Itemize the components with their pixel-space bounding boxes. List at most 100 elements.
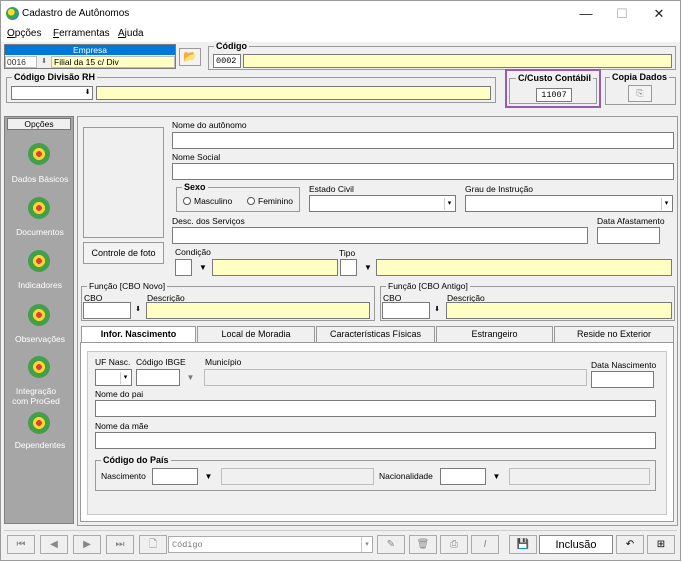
codigo-name-field[interactable]: [243, 54, 672, 68]
cbo-novo-group: Função [CBO Novo] CBO ⬇ Descrição: [81, 281, 375, 321]
cbo-novo-field[interactable]: [83, 302, 131, 319]
social-field[interactable]: [172, 163, 674, 180]
save-icon: 💾: [516, 539, 530, 550]
new-record-button[interactable]: 🗋: [139, 535, 167, 554]
ibge-field[interactable]: [136, 369, 180, 386]
sidebar-item-observacoes[interactable]: Observações: [5, 334, 75, 344]
empresa-code-field[interactable]: 0016: [5, 56, 37, 68]
save-button[interactable]: 💾: [509, 535, 537, 554]
first-record-button[interactable]: ⏮: [7, 535, 35, 554]
custo-field[interactable]: 11007: [536, 88, 572, 102]
sidebar-item-integracao[interactable]: Integração com ProGed: [8, 386, 64, 406]
mae-field[interactable]: [95, 432, 656, 449]
cbo-novo-dropdown-icon[interactable]: ⬇: [133, 303, 143, 317]
edit-icon: ✎: [386, 539, 396, 550]
data-nascimento-label: Data Nascimento: [591, 360, 657, 370]
menu-ferramentas[interactable]: Ferramentas: [53, 28, 110, 39]
dados-basicos-icon[interactable]: [28, 143, 50, 165]
documentos-icon[interactable]: [28, 197, 50, 219]
pai-label: Nome do pai: [95, 389, 144, 399]
nacionalidade-dropdown-icon[interactable]: ▼: [489, 468, 504, 485]
sidebar-item-indicadores[interactable]: Indicadores: [5, 280, 75, 290]
dependentes-icon[interactable]: [28, 412, 50, 434]
italic-button[interactable]: I: [471, 535, 499, 554]
next-record-button[interactable]: ▶: [73, 535, 101, 554]
divisao-code-field[interactable]: [11, 86, 93, 100]
grau-label: Grau de Instrução: [465, 184, 534, 194]
undo-button[interactable]: ↶: [616, 535, 644, 554]
pai-field[interactable]: [95, 400, 656, 417]
indicadores-icon[interactable]: [28, 250, 50, 272]
cbo-antigo-field[interactable]: [382, 302, 430, 319]
cbo-antigo-desc-field[interactable]: [446, 302, 672, 319]
sidebar: Opções Dados Básicos Documentos Indicado…: [4, 116, 74, 524]
municipio-label: Município: [205, 357, 242, 367]
nascimento-panel: UF Nasc. ▾ Código IBGE ▼ Município Data …: [87, 351, 667, 515]
tab-infor-nascimento[interactable]: Infor. Nascimento: [81, 326, 196, 342]
nome-label: Nome do autônomo: [172, 120, 247, 130]
feminino-radio[interactable]: [247, 197, 255, 205]
delete-button[interactable]: 🗑: [409, 535, 437, 554]
sidebar-item-dados-basicos[interactable]: Dados Básicos: [5, 174, 75, 184]
controle-foto-button[interactable]: Controle de foto: [83, 242, 164, 264]
tipo-desc-field[interactable]: [376, 259, 672, 276]
prev-record-button[interactable]: ◀: [40, 535, 68, 554]
custo-highlight: C/Custo Contábil 11007: [505, 69, 601, 108]
nacionalidade-field[interactable]: [440, 468, 486, 485]
copy-data-button[interactable]: ⎘: [628, 85, 652, 102]
codigo-group: Código 0002: [208, 41, 676, 70]
minimize-button[interactable]: —: [568, 1, 604, 27]
open-folder-button[interactable]: 📂: [179, 48, 201, 66]
empresa-header: Empresa: [5, 45, 175, 55]
sidebar-header[interactable]: Opções: [7, 118, 71, 130]
cbo-antigo-dropdown-icon[interactable]: ⬇: [432, 303, 442, 317]
data-afastamento-field[interactable]: [597, 227, 660, 244]
chevron-down-icon[interactable]: ▾: [361, 537, 372, 552]
print-button[interactable]: ⎙: [440, 535, 468, 554]
condicao-desc-field[interactable]: [212, 259, 338, 276]
observacoes-icon[interactable]: [28, 304, 50, 326]
divisao-desc-field[interactable]: [96, 86, 491, 100]
tab-caracteristicas[interactable]: Características Físicas: [316, 326, 435, 342]
last-record-button[interactable]: ⏭: [106, 535, 134, 554]
pais-nascimento-field[interactable]: [152, 468, 198, 485]
chevron-down-icon: ▾: [444, 198, 454, 210]
tab-reside-exterior[interactable]: Reside no Exterior: [554, 326, 674, 342]
empresa-name-field[interactable]: Filial da 15 c/ Div: [51, 56, 175, 68]
codigo-field[interactable]: 0002: [213, 54, 241, 68]
grau-select[interactable]: ▾: [465, 195, 673, 212]
empresa-dropdown-icon[interactable]: ⬇: [39, 56, 49, 68]
sidebar-item-documentos[interactable]: Documentos: [5, 227, 75, 237]
photo-box: [83, 127, 164, 238]
copia-group: Copia Dados ⎘: [605, 72, 676, 105]
uf-select[interactable]: ▾: [95, 369, 132, 386]
sidebar-item-dependentes[interactable]: Dependentes: [5, 440, 75, 450]
close-button[interactable]: ✕: [641, 1, 677, 27]
integracao-icon[interactable]: [28, 356, 50, 378]
desc-servicos-field[interactable]: [172, 227, 588, 244]
tab-local-moradia[interactable]: Local de Moradia: [197, 326, 315, 342]
menu-opcoes[interactable]: Opções: [7, 28, 41, 39]
data-nascimento-field[interactable]: [591, 371, 654, 388]
divisao-dropdown-icon[interactable]: ⬇: [83, 87, 92, 99]
masculino-radio[interactable]: [183, 197, 191, 205]
ibge-dropdown-icon[interactable]: ▼: [183, 369, 198, 386]
tipo-dropdown-icon[interactable]: ▼: [360, 259, 376, 276]
menu-ajuda[interactable]: Ajuda: [118, 28, 144, 39]
find-button[interactable]: ⊞: [647, 535, 675, 554]
maximize-button[interactable]: ☐: [604, 1, 640, 27]
condicao-code-field[interactable]: [175, 259, 192, 276]
condicao-dropdown-icon[interactable]: ▼: [195, 259, 211, 276]
tipo-code-field[interactable]: [340, 259, 357, 276]
edit-button[interactable]: ✎: [377, 535, 405, 554]
tab-estrangeiro[interactable]: Estrangeiro: [436, 326, 553, 342]
estado-civil-select[interactable]: ▾: [309, 195, 456, 212]
mae-label: Nome da mãe: [95, 421, 149, 431]
undo-icon: ↶: [625, 539, 635, 550]
search-input[interactable]: Código: [168, 536, 373, 553]
cbo-antigo-group: Função [CBO Antigo] CBO ⬇ Descrição: [380, 281, 675, 321]
pais-nascimento-dropdown-icon[interactable]: ▼: [201, 468, 216, 485]
cbo-novo-desc-field[interactable]: [146, 302, 370, 319]
nome-field[interactable]: [172, 132, 674, 149]
empresa-panel: Empresa 0016 ⬇ Filial da 15 c/ Div: [4, 44, 176, 69]
